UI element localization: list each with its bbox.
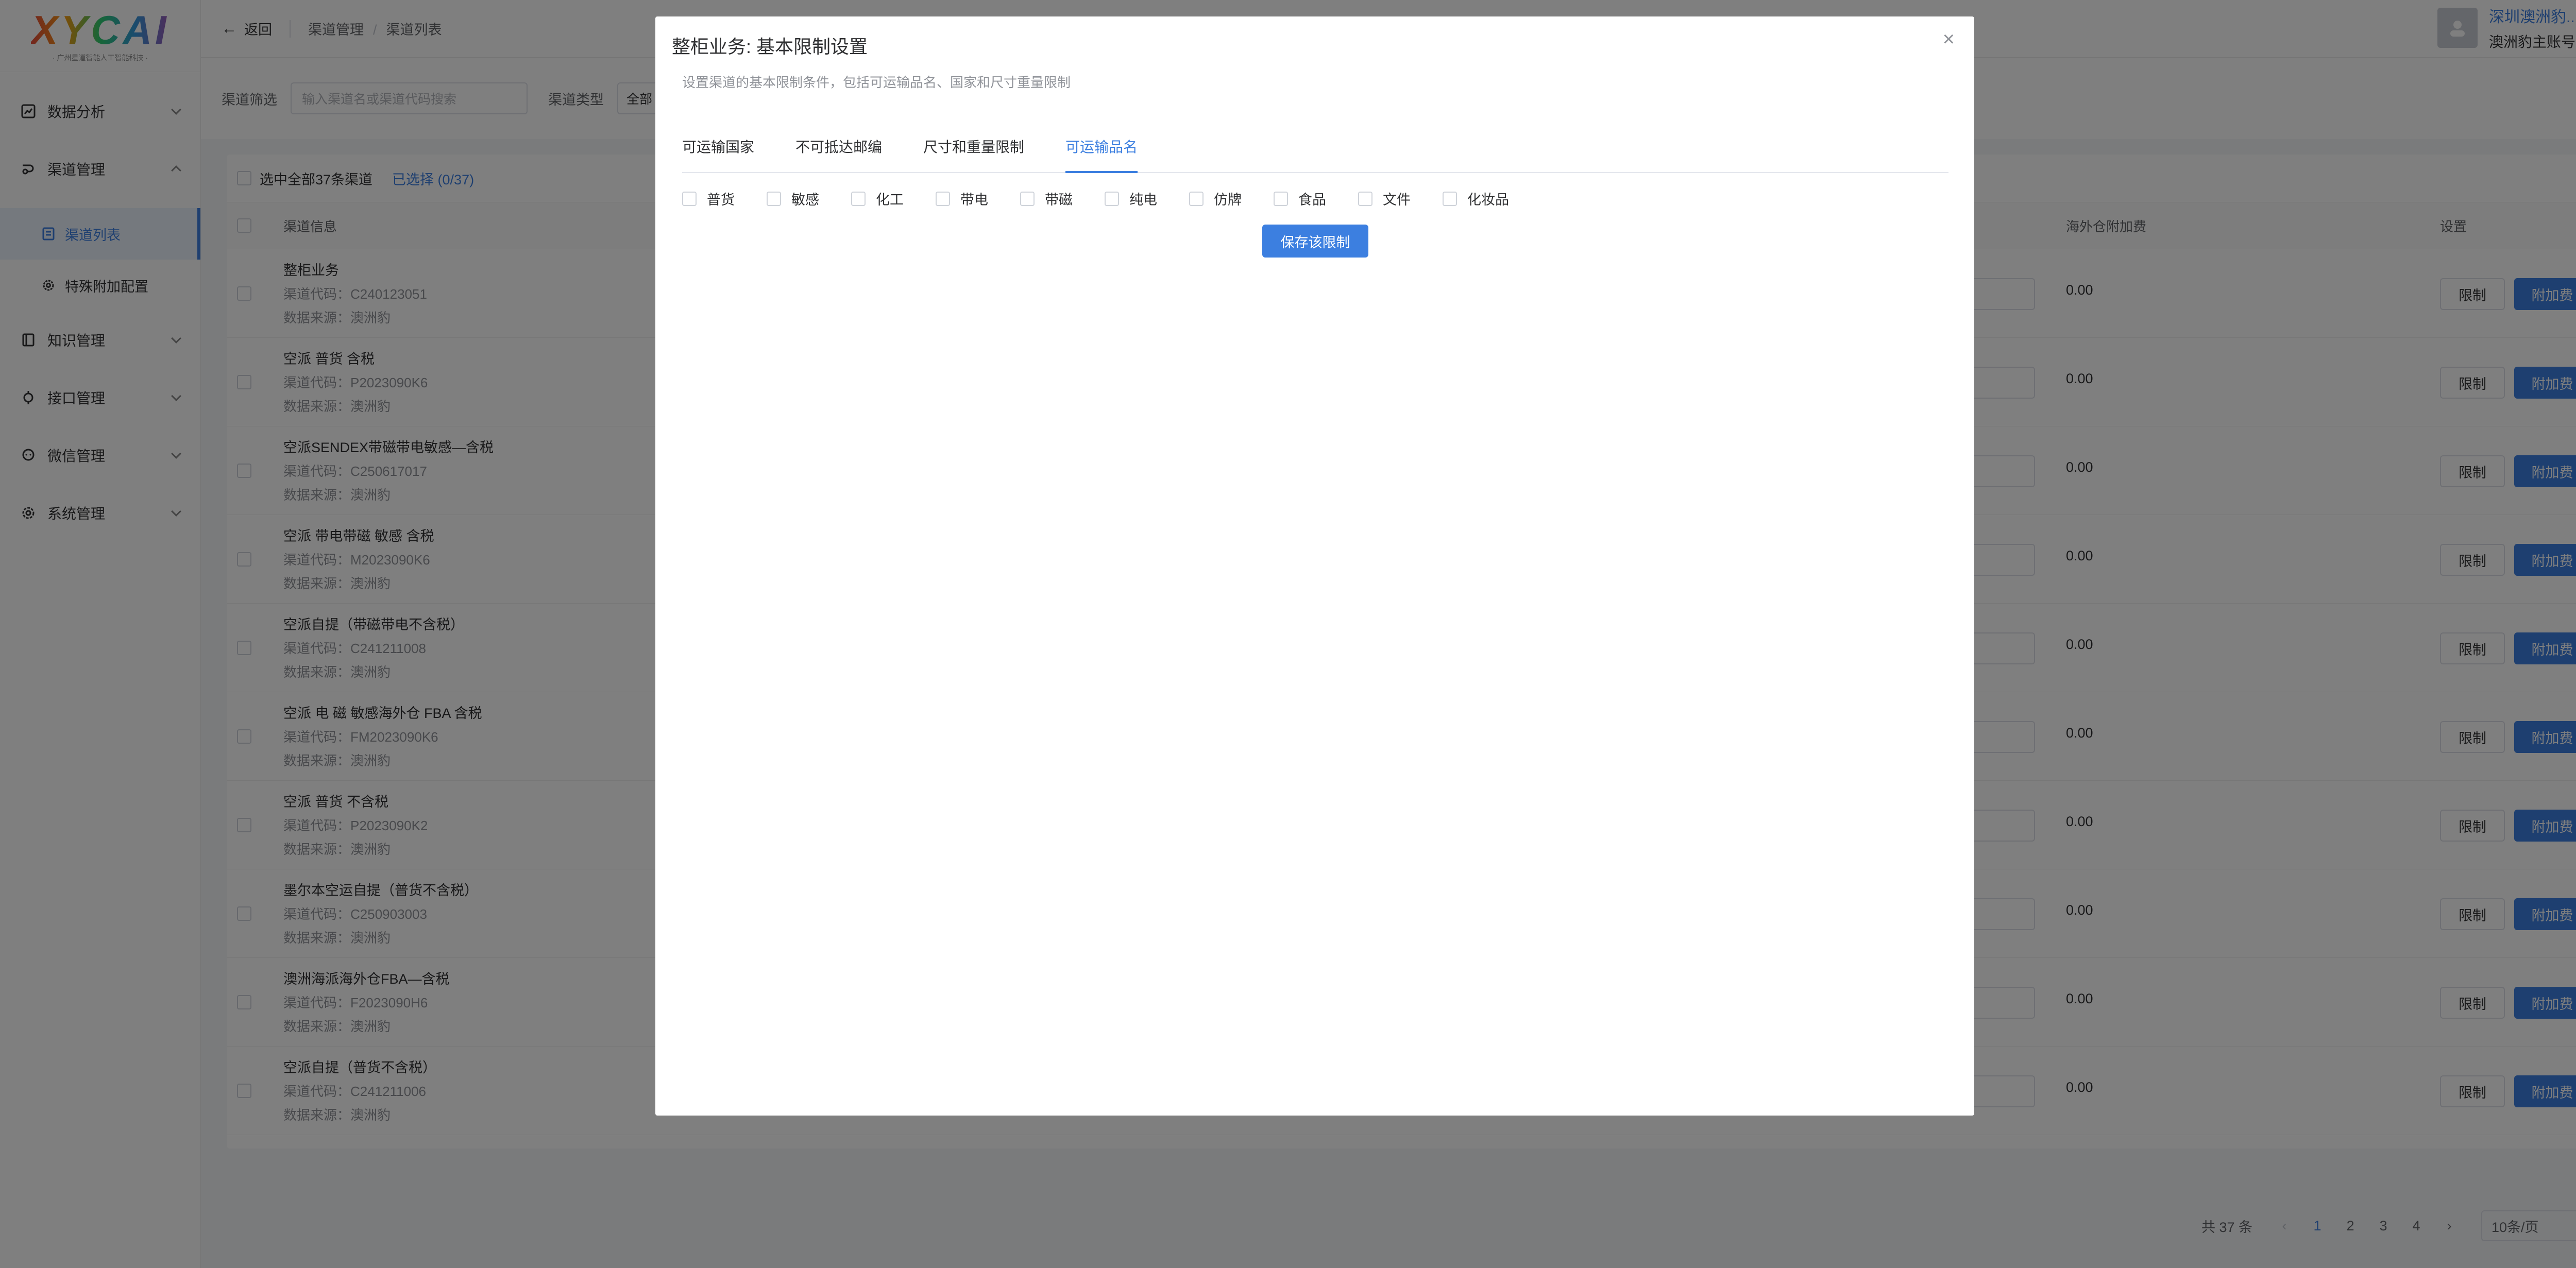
checkbox-box[interactable] [1189, 191, 1204, 206]
category-checkbox[interactable]: 仿牌 [1189, 189, 1242, 209]
category-checkbox[interactable]: 化妆品 [1443, 189, 1509, 209]
checkbox-box[interactable] [851, 191, 866, 206]
category-label: 带电 [960, 192, 988, 208]
category-label: 仿牌 [1214, 192, 1242, 208]
checkbox-box[interactable] [1274, 191, 1288, 206]
tab-size-weight-limits[interactable]: 尺寸和重量限制 [923, 136, 1024, 173]
category-label: 化妆品 [1467, 192, 1509, 208]
category-label: 敏感 [791, 192, 819, 208]
category-label: 带磁 [1045, 192, 1073, 208]
checkbox-box[interactable] [682, 191, 697, 206]
checkbox-box[interactable] [1020, 191, 1035, 206]
category-label: 普货 [707, 192, 735, 208]
checkbox-box[interactable] [1358, 191, 1372, 206]
category-checkbox[interactable]: 纯电 [1105, 189, 1157, 209]
category-checkbox[interactable]: 带电 [936, 189, 988, 209]
category-label: 文件 [1383, 192, 1411, 208]
category-checkbox[interactable]: 食品 [1274, 189, 1326, 209]
dialog-title: 整柜业务: 基本限制设置 [672, 36, 868, 57]
checkbox-box[interactable] [1105, 191, 1119, 206]
category-label: 纯电 [1129, 192, 1157, 208]
category-checkbox[interactable]: 带磁 [1020, 189, 1073, 209]
checkbox-box[interactable] [1443, 191, 1457, 206]
save-restriction-button[interactable]: 保存该限制 [1262, 225, 1368, 258]
category-checkbox-group: 普货 敏感 化工 带电 带磁 纯电 仿牌 食品 文件 化妆品 [682, 189, 1541, 209]
tab-shippable-countries[interactable]: 可运输国家 [682, 136, 754, 173]
category-checkbox[interactable]: 文件 [1358, 189, 1411, 209]
tab-unreachable-postcodes[interactable]: 不可抵达邮编 [795, 136, 882, 173]
checkbox-box[interactable] [936, 191, 950, 206]
close-icon[interactable]: × [1943, 29, 1955, 49]
category-checkbox[interactable]: 敏感 [767, 189, 819, 209]
dialog-tabs: 可运输国家 不可抵达邮编 尺寸和重量限制 可运输品名 [682, 118, 1948, 173]
restriction-dialog: 整柜业务: 基本限制设置 × 设置渠道的基本限制条件，包括可运输品名、国家和尺寸… [655, 16, 1974, 1116]
tab-shippable-categories[interactable]: 可运输品名 [1065, 136, 1138, 173]
dialog-description: 设置渠道的基本限制条件，包括可运输品名、国家和尺寸重量限制 [682, 75, 1071, 90]
checkbox-box[interactable] [767, 191, 781, 206]
category-checkbox[interactable]: 普货 [682, 189, 735, 209]
category-label: 化工 [876, 192, 904, 208]
category-label: 食品 [1298, 192, 1326, 208]
category-checkbox[interactable]: 化工 [851, 189, 904, 209]
